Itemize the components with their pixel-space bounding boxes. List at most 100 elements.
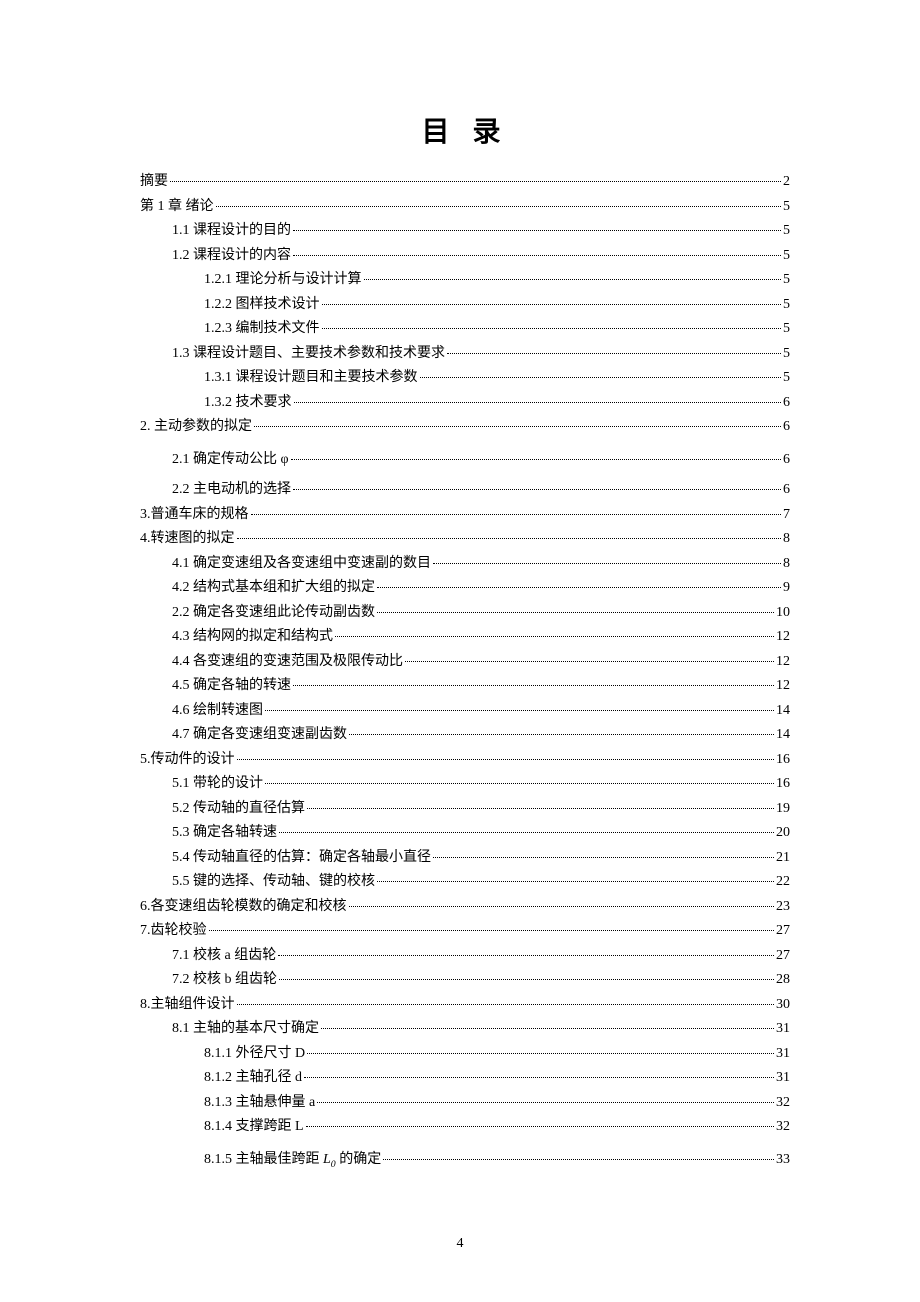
toc-leader — [433, 550, 781, 564]
toc-leader — [306, 1113, 774, 1127]
toc-entry-label: 4.转速图的拟定 — [140, 527, 235, 552]
toc-entry-label: 4.7 确定各变速组变速副齿数 — [172, 723, 347, 748]
toc-entry-page: 5 — [783, 317, 790, 342]
toc-entry: 5.4 传动轴直径的估算：确定各轴最小直径21 — [172, 846, 790, 871]
toc-leader — [237, 746, 775, 760]
toc-entry-page: 8 — [783, 552, 790, 577]
toc-entry-page: 5 — [783, 293, 790, 318]
toc-entry-label: 5.1 带轮的设计 — [172, 772, 263, 797]
page-number-footer: 4 — [0, 1236, 920, 1252]
toc-entry: 4.1 确定变速组及各变速组中变速副的数目 8 — [172, 552, 790, 577]
toc-entry: 1.2.2 图样技术设计 5 — [204, 293, 790, 318]
toc-entry-page: 6 — [783, 415, 790, 440]
toc-entry-label: 第 1 章 绪论 — [140, 195, 214, 220]
toc-entry-page: 6 — [783, 391, 790, 416]
toc-entry-label: 7.齿轮校验 — [140, 919, 207, 944]
toc-entry: 3.普通车床的规格 7 — [140, 503, 790, 528]
toc-entry-label: 1.3.1 课程设计题目和主要技术参数 — [204, 366, 418, 391]
toc-entry-page: 31 — [776, 1017, 790, 1042]
toc-leader — [170, 168, 781, 182]
toc-leader — [420, 364, 782, 378]
toc-entry-page: 5 — [783, 244, 790, 269]
toc-entry: 1.3.2 技术要求6 — [204, 391, 790, 416]
toc-entry-label: 8.1.1 外径尺寸 D — [204, 1042, 305, 1067]
toc-entry: 第 1 章 绪论 5 — [140, 195, 790, 220]
toc-entry-page: 8 — [783, 527, 790, 552]
toc-entry-page: 22 — [776, 870, 790, 895]
toc-entry-page: 10 — [776, 601, 790, 626]
toc-entry: 8.1.4 支撑跨距 L 32 — [204, 1115, 790, 1140]
toc-entry-page: 12 — [776, 625, 790, 650]
toc-entry: 1.2.3 编制技术文件5 — [204, 317, 790, 342]
toc-leader — [209, 917, 775, 931]
toc-entry-page: 5 — [783, 268, 790, 293]
toc-entry-page: 16 — [776, 772, 790, 797]
toc-entry-label: 摘要 — [140, 170, 168, 195]
toc-entry: 2.2 确定各变速组此论传动副齿数 10 — [172, 601, 790, 626]
toc-leader — [307, 1040, 774, 1054]
toc-entry-label: 4.4 各变速组的变速范围及极限传动比 — [172, 650, 403, 675]
toc-entry: 4.6 绘制转速图14 — [172, 699, 790, 724]
toc-leader — [304, 1064, 774, 1078]
toc-entry: 1.3.1 课程设计题目和主要技术参数 5 — [204, 366, 790, 391]
toc-entry-label: 4.3 结构网的拟定和结构式 — [172, 625, 333, 650]
toc-entry-label: 5.传动件的设计 — [140, 748, 235, 773]
toc-entry: 8.1.3 主轴悬伸量 a32 — [204, 1091, 790, 1116]
toc-leader — [237, 991, 775, 1005]
toc-leader — [293, 217, 781, 231]
toc-entry: 5.5 键的选择、传动轴、键的校核22 — [172, 870, 790, 895]
toc-entry: 5.3 确定各轴转速20 — [172, 821, 790, 846]
toc-entry: 2. 主动参数的拟定 6 — [140, 415, 790, 440]
toc-leader — [251, 501, 782, 515]
toc-entry-page: 27 — [776, 919, 790, 944]
toc-entry-label: 8.1.4 支撑跨距 L — [204, 1115, 304, 1140]
toc-entry-page: 5 — [783, 342, 790, 367]
toc-entry-label: 2.2 主电动机的选择 — [172, 478, 291, 503]
toc-leader — [216, 193, 782, 207]
toc-entry-label: 4.1 确定变速组及各变速组中变速副的数目 — [172, 552, 431, 577]
toc-entry: 8.主轴组件设计30 — [140, 993, 790, 1018]
toc-entry-label: 1.2.2 图样技术设计 — [204, 293, 320, 318]
toc-entry-label: 1.2 课程设计的内容 — [172, 244, 291, 269]
toc-entry: 1.2.1 理论分析与设计计算 5 — [204, 268, 790, 293]
toc-entry-label: 7.1 校核 a 组齿轮 — [172, 944, 276, 969]
table-of-contents: 摘要2第 1 章 绪论51.1 课程设计的目的51.2 课程设计的内容51.2.… — [140, 170, 790, 1178]
toc-leader — [349, 893, 775, 907]
toc-entry: 8.1.1 外径尺寸 D31 — [204, 1042, 790, 1067]
toc-leader — [405, 648, 774, 662]
toc-entry-page: 6 — [783, 478, 790, 503]
toc-entry-label: 8.1 主轴的基本尺寸确定 — [172, 1017, 319, 1042]
toc-entry: 8.1.2 主轴孔径 d31 — [204, 1066, 790, 1091]
toc-entry: 4.7 确定各变速组变速副齿数14 — [172, 723, 790, 748]
toc-entry-page: 12 — [776, 650, 790, 675]
toc-entry-page: 16 — [776, 748, 790, 773]
toc-entry-label: 2. 主动参数的拟定 — [140, 415, 252, 440]
toc-leader — [293, 242, 781, 256]
toc-leader — [433, 844, 774, 858]
toc-entry: 1.2 课程设计的内容 5 — [172, 244, 790, 269]
toc-entry-label: 8.主轴组件设计 — [140, 993, 235, 1018]
toc-entry-page: 27 — [776, 944, 790, 969]
toc-leader — [322, 291, 782, 305]
toc-entry-label: 1.2.1 理论分析与设计计算 — [204, 268, 362, 293]
toc-entry-page: 5 — [783, 195, 790, 220]
toc-entry-page: 23 — [776, 895, 790, 920]
toc-entry-page: 12 — [776, 674, 790, 699]
toc-entry: 2.2 主电动机的选择 6 — [172, 478, 790, 503]
toc-leader — [265, 770, 774, 784]
toc-entry-label: 8.1.2 主轴孔径 d — [204, 1066, 302, 1091]
toc-entry-page: 5 — [783, 366, 790, 391]
toc-entry: 7.2 校核 b 组齿轮28 — [172, 968, 790, 993]
toc-entry-page: 7 — [783, 503, 790, 528]
toc-entry: 8.1 主轴的基本尺寸确定 31 — [172, 1017, 790, 1042]
toc-entry-page: 32 — [776, 1115, 790, 1140]
toc-entry-label: 2.2 确定各变速组此论传动副齿数 — [172, 601, 375, 626]
toc-leader — [377, 574, 781, 588]
toc-entry-label: 3.普通车床的规格 — [140, 503, 249, 528]
toc-entry-page: 19 — [776, 797, 790, 822]
toc-entry: 4.转速图的拟定 8 — [140, 527, 790, 552]
toc-leader — [349, 721, 774, 735]
toc-entry: 4.4 各变速组的变速范围及极限传动比 12 — [172, 650, 790, 675]
toc-entry-label: 1.3 课程设计题目、主要技术参数和技术要求 — [172, 342, 445, 367]
toc-entry: 4.5 确定各轴的转速12 — [172, 674, 790, 699]
